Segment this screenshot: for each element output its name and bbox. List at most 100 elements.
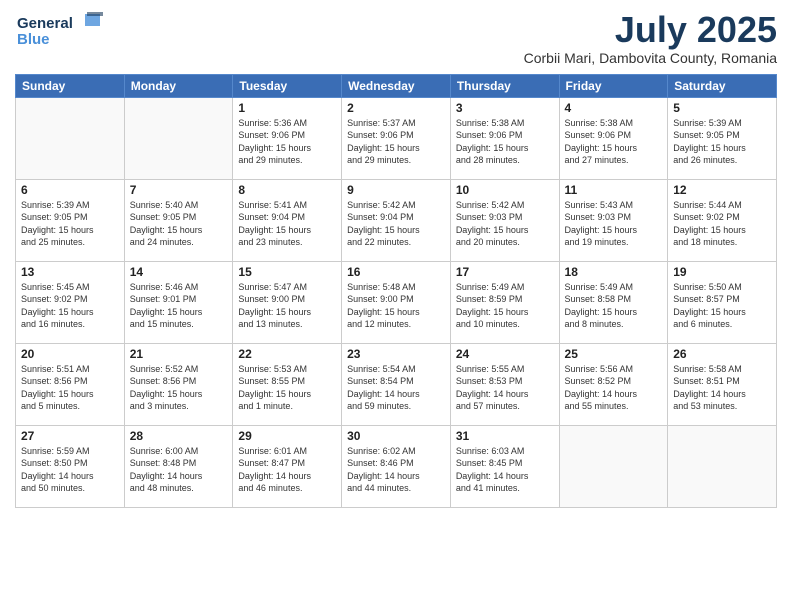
location: Corbii Mari, Dambovita County, Romania (524, 50, 777, 66)
calendar-cell: 6 Sunrise: 5:39 AM Sunset: 9:05 PM Daylig… (16, 179, 125, 261)
day-number: 31 (456, 429, 554, 443)
calendar-cell: 27Sunrise: 5:59 AM Sunset: 8:50 PM Dayli… (16, 425, 125, 507)
day-number: 16 (347, 265, 445, 279)
calendar-cell (124, 97, 233, 179)
day-number: 8 (238, 183, 336, 197)
day-info: Sunrise: 5:41 AM Sunset: 9:04 PM Dayligh… (238, 199, 336, 249)
day-number: 14 (130, 265, 228, 279)
day-number: 25 (565, 347, 663, 361)
calendar-cell: 23 Sunrise: 5:54 AM Sunset: 8:54 PM Dayli… (342, 343, 451, 425)
calendar-cell: 21 Sunrise: 5:52 AM Sunset: 8:56 PM Dayli… (124, 343, 233, 425)
day-info: Sunrise: 5:56 AM Sunset: 8:52 PM Dayligh… (565, 363, 663, 413)
calendar-cell: 28 Sunrise: 6:00 AM Sunset: 8:48 PM Dayli… (124, 425, 233, 507)
day-info: Sunrise: 5:52 AM Sunset: 8:56 PM Dayligh… (130, 363, 228, 413)
day-info: Sunrise: 5:42 AM Sunset: 9:04 PM Dayligh… (347, 199, 445, 249)
day-info: Sunrise: 5:37 AM Sunset: 9:06 PM Dayligh… (347, 117, 445, 167)
day-info: Sunrise: 6:00 AM Sunset: 8:48 PM Dayligh… (130, 445, 228, 495)
svg-text:General: General (17, 15, 73, 32)
calendar-cell: 17 Sunrise: 5:49 AM Sunset: 8:59 PM Dayli… (450, 261, 559, 343)
day-info: Sunrise: 5:39 AM Sunset: 9:05 PM Dayligh… (21, 199, 119, 249)
logo-icon: General Blue (15, 10, 105, 52)
day-info: Sunrise: 5:54 AM Sunset: 8:54 PM Dayligh… (347, 363, 445, 413)
day-info: Sunrise: 5:58 AM Sunset: 8:51 PM Dayligh… (673, 363, 771, 413)
calendar-cell: 3Sunrise: 5:38 AM Sunset: 9:06 PM Daylig… (450, 97, 559, 179)
weekday-header-wednesday: Wednesday (342, 74, 451, 97)
day-number: 12 (673, 183, 771, 197)
day-number: 3 (456, 101, 554, 115)
day-info: Sunrise: 6:02 AM Sunset: 8:46 PM Dayligh… (347, 445, 445, 495)
weekday-header-row: SundayMondayTuesdayWednesdayThursdayFrid… (16, 74, 777, 97)
calendar-cell: 18Sunrise: 5:49 AM Sunset: 8:58 PM Dayli… (559, 261, 668, 343)
day-info: Sunrise: 5:49 AM Sunset: 8:59 PM Dayligh… (456, 281, 554, 331)
calendar-cell: 1Sunrise: 5:36 AM Sunset: 9:06 PM Daylig… (233, 97, 342, 179)
day-number: 7 (130, 183, 228, 197)
day-info: Sunrise: 5:55 AM Sunset: 8:53 PM Dayligh… (456, 363, 554, 413)
calendar-cell: 12Sunrise: 5:44 AM Sunset: 9:02 PM Dayli… (668, 179, 777, 261)
calendar-cell (668, 425, 777, 507)
calendar-cell: 7 Sunrise: 5:40 AM Sunset: 9:05 PM Daylig… (124, 179, 233, 261)
day-info: Sunrise: 6:03 AM Sunset: 8:45 PM Dayligh… (456, 445, 554, 495)
day-info: Sunrise: 5:53 AM Sunset: 8:55 PM Dayligh… (238, 363, 336, 413)
calendar-week-row: 13Sunrise: 5:45 AM Sunset: 9:02 PM Dayli… (16, 261, 777, 343)
day-number: 6 (21, 183, 119, 197)
day-number: 27 (21, 429, 119, 443)
calendar-cell: 2 Sunrise: 5:37 AM Sunset: 9:06 PM Daylig… (342, 97, 451, 179)
calendar-cell (559, 425, 668, 507)
day-info: Sunrise: 6:01 AM Sunset: 8:47 PM Dayligh… (238, 445, 336, 495)
day-number: 17 (456, 265, 554, 279)
day-number: 30 (347, 429, 445, 443)
day-info: Sunrise: 5:39 AM Sunset: 9:05 PM Dayligh… (673, 117, 771, 167)
calendar-cell: 29Sunrise: 6:01 AM Sunset: 8:47 PM Dayli… (233, 425, 342, 507)
calendar-week-row: 1Sunrise: 5:36 AM Sunset: 9:06 PM Daylig… (16, 97, 777, 179)
header: General Blue July 2025 Corbii Mari, Damb… (15, 10, 777, 66)
calendar-cell: 10Sunrise: 5:42 AM Sunset: 9:03 PM Dayli… (450, 179, 559, 261)
calendar-cell: 13Sunrise: 5:45 AM Sunset: 9:02 PM Dayli… (16, 261, 125, 343)
calendar-week-row: 20 Sunrise: 5:51 AM Sunset: 8:56 PM Dayli… (16, 343, 777, 425)
calendar-cell: 20 Sunrise: 5:51 AM Sunset: 8:56 PM Dayli… (16, 343, 125, 425)
day-number: 28 (130, 429, 228, 443)
day-number: 10 (456, 183, 554, 197)
day-number: 24 (456, 347, 554, 361)
calendar-table: SundayMondayTuesdayWednesdayThursdayFrid… (15, 74, 777, 508)
day-info: Sunrise: 5:43 AM Sunset: 9:03 PM Dayligh… (565, 199, 663, 249)
day-number: 20 (21, 347, 119, 361)
day-number: 9 (347, 183, 445, 197)
logo: General Blue (15, 10, 105, 57)
calendar-cell (16, 97, 125, 179)
day-number: 2 (347, 101, 445, 115)
title-block: July 2025 Corbii Mari, Dambovita County,… (524, 10, 777, 66)
day-info: Sunrise: 5:36 AM Sunset: 9:06 PM Dayligh… (238, 117, 336, 167)
weekday-header-saturday: Saturday (668, 74, 777, 97)
weekday-header-sunday: Sunday (16, 74, 125, 97)
day-number: 15 (238, 265, 336, 279)
day-info: Sunrise: 5:50 AM Sunset: 8:57 PM Dayligh… (673, 281, 771, 331)
day-info: Sunrise: 5:46 AM Sunset: 9:01 PM Dayligh… (130, 281, 228, 331)
month-year: July 2025 (524, 10, 777, 50)
calendar-cell: 14 Sunrise: 5:46 AM Sunset: 9:01 PM Dayli… (124, 261, 233, 343)
calendar-cell: 4Sunrise: 5:38 AM Sunset: 9:06 PM Daylig… (559, 97, 668, 179)
day-number: 26 (673, 347, 771, 361)
calendar-cell: 11 Sunrise: 5:43 AM Sunset: 9:03 PM Dayli… (559, 179, 668, 261)
calendar-cell: 9 Sunrise: 5:42 AM Sunset: 9:04 PM Daylig… (342, 179, 451, 261)
day-info: Sunrise: 5:49 AM Sunset: 8:58 PM Dayligh… (565, 281, 663, 331)
calendar-week-row: 27Sunrise: 5:59 AM Sunset: 8:50 PM Dayli… (16, 425, 777, 507)
day-number: 23 (347, 347, 445, 361)
calendar-cell: 15Sunrise: 5:47 AM Sunset: 9:00 PM Dayli… (233, 261, 342, 343)
calendar-cell: 22 Sunrise: 5:53 AM Sunset: 8:55 PM Dayli… (233, 343, 342, 425)
day-info: Sunrise: 5:45 AM Sunset: 9:02 PM Dayligh… (21, 281, 119, 331)
day-info: Sunrise: 5:51 AM Sunset: 8:56 PM Dayligh… (21, 363, 119, 413)
page: General Blue July 2025 Corbii Mari, Damb… (0, 0, 792, 612)
calendar-cell: 26 Sunrise: 5:58 AM Sunset: 8:51 PM Dayli… (668, 343, 777, 425)
weekday-header-monday: Monday (124, 74, 233, 97)
day-info: Sunrise: 5:48 AM Sunset: 9:00 PM Dayligh… (347, 281, 445, 331)
weekday-header-thursday: Thursday (450, 74, 559, 97)
day-info: Sunrise: 5:40 AM Sunset: 9:05 PM Dayligh… (130, 199, 228, 249)
day-number: 11 (565, 183, 663, 197)
calendar-cell: 30 Sunrise: 6:02 AM Sunset: 8:46 PM Dayli… (342, 425, 451, 507)
day-number: 21 (130, 347, 228, 361)
calendar-cell: 19 Sunrise: 5:50 AM Sunset: 8:57 PM Dayli… (668, 261, 777, 343)
day-number: 22 (238, 347, 336, 361)
day-number: 19 (673, 265, 771, 279)
weekday-header-tuesday: Tuesday (233, 74, 342, 97)
day-number: 4 (565, 101, 663, 115)
